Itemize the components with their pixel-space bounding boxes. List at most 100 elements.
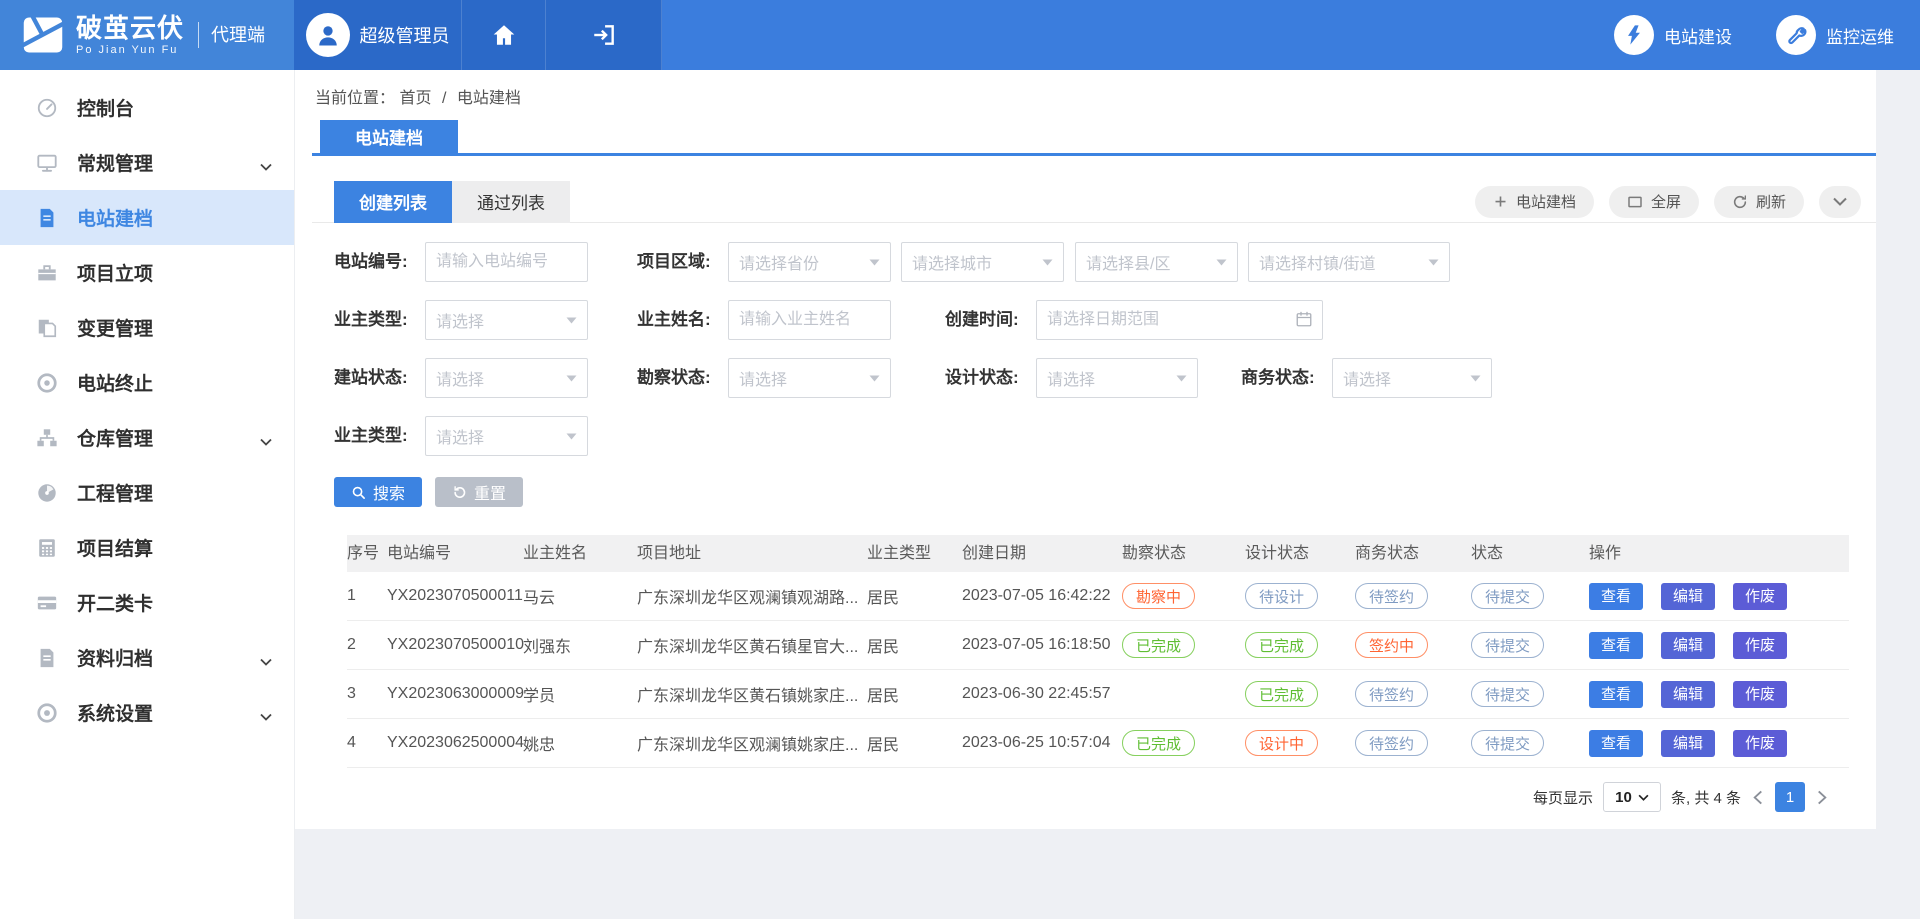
sidebar-item-change-management[interactable]: 变更管理 (0, 300, 294, 355)
content-card: 创建列表 通过列表 电站建档 全屏 (312, 181, 1876, 812)
sidebar-item-project-settlement[interactable]: 项目结算 (0, 520, 294, 575)
void-button[interactable]: 作废 (1733, 730, 1787, 757)
cell-created: 2023-06-25 10:57:04 (962, 734, 1122, 752)
filter-actions: 搜索 重置 (312, 477, 1876, 507)
sidebar-item-label: 资料归档 (77, 644, 153, 671)
edit-button[interactable]: 编辑 (1661, 681, 1715, 708)
chevron-down-icon (260, 653, 272, 671)
collapse-toolbar-button[interactable] (1819, 186, 1861, 218)
next-page-button[interactable] (1815, 790, 1829, 805)
breadcrumb-home-link[interactable]: 首页 (399, 90, 431, 107)
view-button[interactable]: 查看 (1589, 730, 1643, 757)
home-button[interactable] (462, 0, 546, 70)
sidebar-item-warehouse-management[interactable]: 仓库管理 (0, 410, 294, 465)
refresh-label: 刷新 (1756, 191, 1786, 212)
logout-button[interactable] (546, 0, 662, 70)
sidebar-item-station-termination[interactable]: 电站终止 (0, 355, 294, 410)
refresh-button[interactable]: 刷新 (1714, 186, 1804, 218)
status-badge: 待提交 (1471, 583, 1544, 609)
col-code: 电站编号 (387, 535, 523, 572)
edit-button[interactable]: 编辑 (1661, 632, 1715, 659)
pagination: 每页显示 10 条, 共 4 条 1 (347, 782, 1829, 812)
filter-row-2: 业主类型: 请选择 业主姓名: 创建时间: (334, 300, 1876, 340)
page-number-1[interactable]: 1 (1775, 782, 1805, 812)
cell-owner: 刘强东 (523, 633, 637, 657)
status-badge: 已完成 (1122, 730, 1195, 756)
cell-owner: 马云 (523, 584, 637, 608)
add-station-button[interactable]: 电站建档 (1475, 186, 1594, 218)
fullscreen-button[interactable]: 全屏 (1609, 186, 1699, 218)
file-icon (36, 646, 60, 670)
search-button[interactable]: 搜索 (334, 477, 422, 507)
view-button[interactable]: 查看 (1589, 583, 1643, 610)
business-status-select-value: 请选择 (1343, 366, 1391, 390)
caret-down-icon (566, 375, 577, 382)
status-badge: 已完成 (1122, 632, 1195, 658)
status-badge: 待签约 (1355, 681, 1428, 707)
sidebar-item-console[interactable]: 控制台 (0, 80, 294, 135)
create-time-input[interactable] (1036, 300, 1323, 340)
sidebar-item-data-archive[interactable]: 资料归档 (0, 630, 294, 685)
caret-down-icon (1042, 259, 1053, 266)
breadcrumb-current: 电站建档 (457, 90, 521, 107)
cell-owner: 学员 (523, 682, 637, 706)
cell-created: 2023-07-05 16:18:50 (962, 636, 1122, 654)
province-select[interactable]: 请选择省份 (728, 242, 891, 282)
sidebar-item-engineering-management[interactable]: 工程管理 (0, 465, 294, 520)
sidebar-item-label: 变更管理 (77, 314, 153, 341)
caret-down-icon (1470, 375, 1481, 382)
page-size-select[interactable]: 10 (1603, 782, 1661, 812)
view-button[interactable]: 查看 (1589, 681, 1643, 708)
void-button[interactable]: 作废 (1733, 681, 1787, 708)
business-status-select[interactable]: 请选择 (1332, 358, 1492, 398)
col-status: 状态 (1471, 535, 1589, 572)
record-icon (36, 371, 60, 395)
owner-name-label: 业主姓名: (637, 300, 728, 340)
caret-down-icon (1428, 259, 1439, 266)
sidebar-item-general-management[interactable]: 常规管理 (0, 135, 294, 190)
survey-status-select[interactable]: 请选择 (728, 358, 891, 398)
nav-station-build[interactable]: 电站建设 (1614, 0, 1732, 70)
design-status-select[interactable]: 请选择 (1036, 358, 1198, 398)
owner-type2-select[interactable]: 请选择 (425, 416, 588, 456)
tab-passed-list[interactable]: 通过列表 (452, 181, 570, 223)
chevron-left-icon (1753, 790, 1763, 805)
logo-subtitle: Po Jian Yun Fu (76, 45, 184, 56)
status-badge: 已完成 (1245, 681, 1318, 707)
breadcrumb-separator: / (442, 90, 446, 107)
sidebar-item-project-initiation[interactable]: 项目立项 (0, 245, 294, 300)
view-button[interactable]: 查看 (1589, 632, 1643, 659)
page-tab-station-archive[interactable]: 电站建档 (320, 120, 458, 153)
sidebar-item-open-card[interactable]: 开二类卡 (0, 575, 294, 630)
city-select-value: 请选择城市 (912, 250, 992, 274)
user-menu[interactable]: 超级管理员 (294, 0, 462, 70)
reset-button[interactable]: 重置 (435, 477, 523, 507)
sidebar-item-station-archive[interactable]: 电站建档 (0, 190, 294, 245)
logo-title: 破茧云伏 (76, 15, 184, 41)
void-button[interactable]: 作废 (1733, 632, 1787, 659)
toolbar: 电站建档 全屏 刷新 (1475, 186, 1861, 218)
nav-monitor-ops[interactable]: 监控运维 (1776, 0, 1894, 70)
city-select[interactable]: 请选择城市 (901, 242, 1064, 282)
cell-address: 广东深圳龙华区观澜镇观湖路... (637, 584, 867, 608)
cell-address: 广东深圳龙华区观澜镇姚家庄... (637, 731, 867, 755)
build-status-label: 建站状态: (334, 358, 425, 398)
sidebar-item-label: 仓库管理 (77, 424, 153, 451)
edit-button[interactable]: 编辑 (1661, 583, 1715, 610)
town-select[interactable]: 请选择村镇/街道 (1248, 242, 1450, 282)
void-button[interactable]: 作废 (1733, 583, 1787, 610)
tab-create-list[interactable]: 创建列表 (334, 181, 452, 223)
user-name: 超级管理员 (360, 22, 450, 48)
edit-button[interactable]: 编辑 (1661, 730, 1715, 757)
search-label: 搜索 (373, 480, 405, 504)
status-badge: 待签约 (1355, 583, 1428, 609)
owner-type-select[interactable]: 请选择 (425, 300, 588, 340)
content-panel: 当前位置： 首页 / 电站建档 电站建档 创建列表 通过列表 电站建档 (294, 70, 1876, 829)
county-select[interactable]: 请选择县/区 (1075, 242, 1238, 282)
build-status-select[interactable]: 请选择 (425, 358, 588, 398)
sidebar-item-system-settings[interactable]: 系统设置 (0, 685, 294, 740)
prev-page-button[interactable] (1751, 790, 1765, 805)
cell-owner-type: 居民 (867, 633, 962, 657)
owner-name-input[interactable] (728, 300, 891, 340)
station-no-input[interactable] (425, 242, 588, 282)
